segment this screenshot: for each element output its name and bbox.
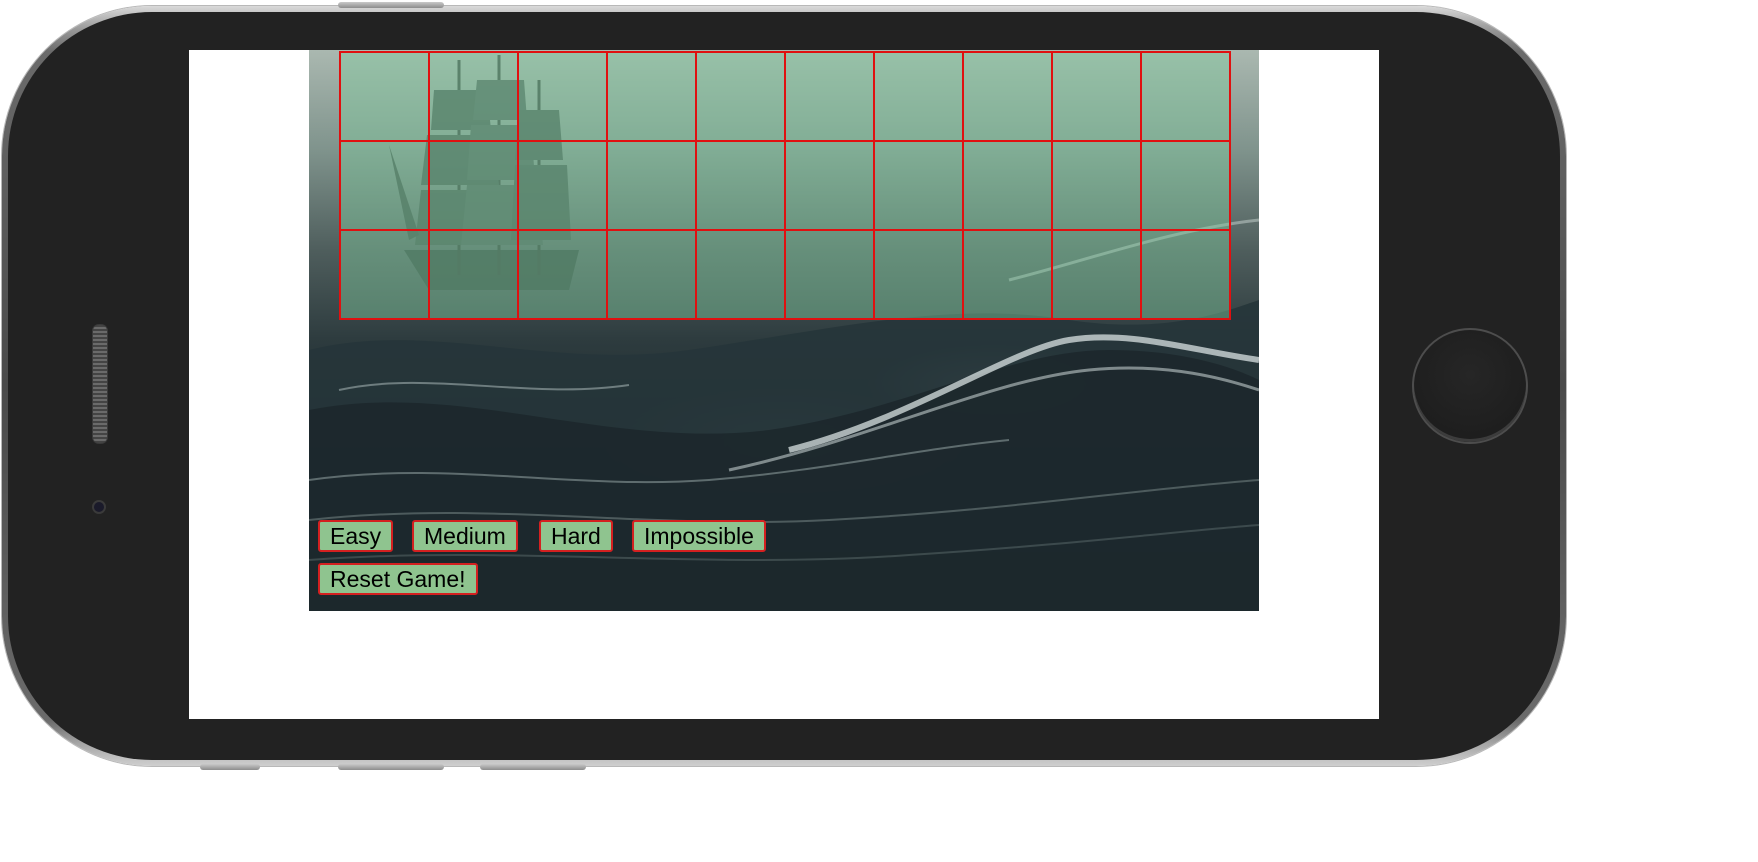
grid-cell[interactable] bbox=[1141, 141, 1230, 230]
grid-cell[interactable] bbox=[518, 230, 607, 319]
grid-cell[interactable] bbox=[607, 141, 696, 230]
impossible-button[interactable]: Impossible bbox=[632, 520, 766, 552]
grid-cell[interactable] bbox=[696, 52, 785, 141]
grid-cell[interactable] bbox=[963, 52, 1052, 141]
phone-volume-button bbox=[338, 2, 444, 8]
grid-cell[interactable] bbox=[1052, 230, 1141, 319]
grid-cell[interactable] bbox=[874, 52, 963, 141]
phone-mute-switch bbox=[200, 764, 260, 770]
easy-button[interactable]: Easy bbox=[318, 520, 394, 552]
phone-home-button[interactable] bbox=[1412, 328, 1528, 444]
grid-cell[interactable] bbox=[1141, 52, 1230, 141]
grid-cell[interactable] bbox=[429, 230, 518, 319]
game-board: Easy Medium Hard Impossible Reset Game! bbox=[309, 50, 1259, 611]
grid-cell[interactable] bbox=[963, 141, 1052, 230]
grid-cell[interactable] bbox=[963, 230, 1052, 319]
phone-camera bbox=[92, 500, 106, 514]
grid-cell[interactable] bbox=[696, 230, 785, 319]
phone-volume-up-button bbox=[480, 764, 586, 770]
phone-volume-down-button bbox=[338, 764, 444, 770]
grid-cell[interactable] bbox=[696, 141, 785, 230]
grid-cell[interactable] bbox=[340, 141, 429, 230]
grid-cell[interactable] bbox=[874, 230, 963, 319]
grid-cell[interactable] bbox=[785, 52, 874, 141]
grid-cell[interactable] bbox=[429, 52, 518, 141]
grid-cell[interactable] bbox=[340, 230, 429, 319]
medium-button[interactable]: Medium bbox=[412, 520, 518, 552]
grid-cell[interactable] bbox=[785, 230, 874, 319]
grid-cell[interactable] bbox=[607, 230, 696, 319]
grid-cell[interactable] bbox=[518, 141, 607, 230]
grid-cell[interactable] bbox=[340, 52, 429, 141]
phone-speaker bbox=[92, 324, 108, 444]
hard-button[interactable]: Hard bbox=[539, 520, 613, 552]
grid-cell[interactable] bbox=[429, 141, 518, 230]
reset-game-button[interactable]: Reset Game! bbox=[318, 563, 478, 595]
grid-cell[interactable] bbox=[874, 141, 963, 230]
grid-cell[interactable] bbox=[1052, 141, 1141, 230]
grid-cell[interactable] bbox=[785, 141, 874, 230]
grid-cell[interactable] bbox=[607, 52, 696, 141]
grid-cell[interactable] bbox=[1052, 52, 1141, 141]
grid-cell[interactable] bbox=[1141, 230, 1230, 319]
phone-screen: Easy Medium Hard Impossible Reset Game! bbox=[189, 50, 1379, 719]
game-grid bbox=[339, 51, 1231, 320]
grid-cell[interactable] bbox=[518, 52, 607, 141]
